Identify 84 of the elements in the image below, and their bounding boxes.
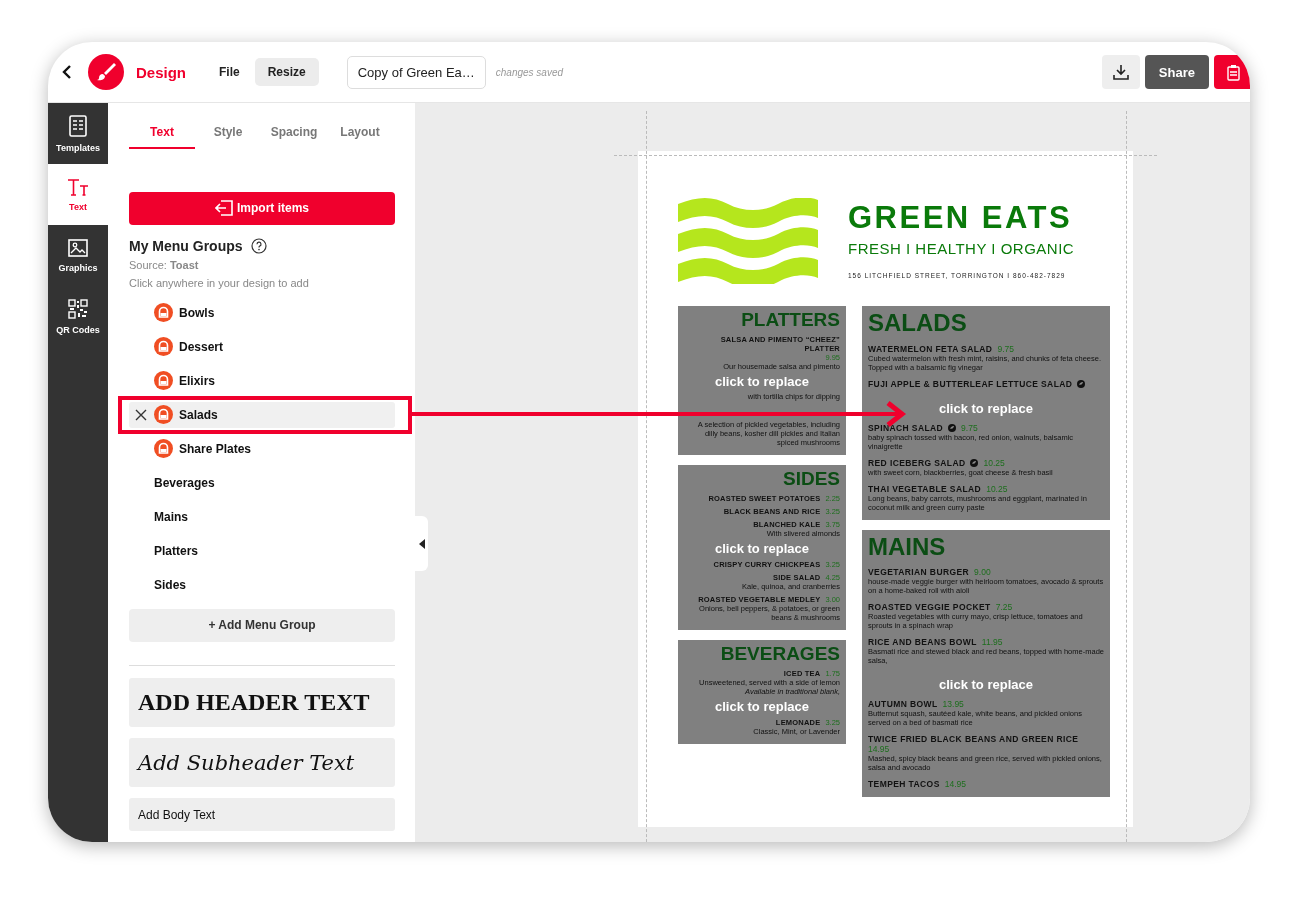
- toast-icon: [154, 303, 173, 323]
- save-status: changes saved: [495, 66, 564, 78]
- toast-icon: [154, 337, 173, 357]
- panel-tab[interactable]: Text: [129, 121, 195, 149]
- item-price: 9.75: [997, 343, 1014, 354]
- section-heading: BEVERAGES: [719, 642, 840, 665]
- close-icon[interactable]: [134, 407, 148, 422]
- menu-group-item[interactable]: Platters: [129, 537, 395, 564]
- replace-label[interactable]: click to replace: [684, 540, 840, 556]
- replace-label[interactable]: click to replace: [868, 400, 1104, 416]
- menu-group-item[interactable]: Beverages: [129, 469, 395, 496]
- item-name: AUTUMN BOWL: [868, 699, 938, 710]
- import-button[interactable]: Import items: [129, 192, 395, 225]
- app-name: Design: [136, 63, 186, 81]
- text-preset[interactable]: ADD HEADER TEXT: [129, 677, 395, 727]
- toast-icon: [154, 439, 173, 459]
- brush-logo: [88, 54, 124, 90]
- item-name: VEGETARIAN BURGER: [868, 567, 970, 578]
- share-button[interactable]: Share: [1144, 55, 1209, 89]
- item-price: 14.95: [868, 744, 890, 755]
- menu-group-item[interactable]: Bowls: [129, 299, 395, 326]
- menu-group-item[interactable]: Elixirs: [129, 367, 395, 394]
- menu-button[interactable]: File: [206, 58, 253, 86]
- sidebar-tab[interactable]: Text: [48, 164, 108, 225]
- menu-section[interactable]: [862, 306, 1110, 520]
- replace-label[interactable]: click to replace: [684, 373, 840, 389]
- help-icon[interactable]: [250, 237, 267, 254]
- document-title-field[interactable]: Copy of Green Ea…: [346, 55, 486, 89]
- restaurant-name: GREEN EATS: [848, 200, 1074, 236]
- panel-tab[interactable]: Style: [195, 121, 261, 149]
- menu-button[interactable]: Resize: [254, 58, 319, 86]
- section-heading: SIDES: [781, 467, 840, 490]
- collapse-handle[interactable]: [415, 516, 428, 571]
- add-menu-group-button[interactable]: + Add Menu Group: [129, 608, 395, 642]
- item-price: 7.25: [995, 602, 1013, 613]
- item-price: 10.25: [983, 457, 1005, 468]
- replace-label[interactable]: click to replace: [684, 698, 840, 714]
- text-preset[interactable]: Add Body Text: [129, 798, 395, 831]
- toast-icon: [154, 405, 173, 425]
- menu-section[interactable]: [678, 464, 846, 630]
- item-price: 10.25: [986, 483, 1008, 494]
- section-title: My Menu Groups: [129, 237, 243, 254]
- item-name: ROASTED VEGGIE POCKET: [868, 602, 991, 613]
- replace-label[interactable]: click to replace: [868, 677, 1104, 693]
- menu-group-item[interactable]: Salads: [129, 401, 395, 428]
- import-icon: [215, 200, 233, 217]
- panel-tab[interactable]: Layout: [327, 121, 393, 149]
- hint-text: Click anywhere in your design to add: [129, 276, 310, 289]
- menu-group-item[interactable]: Dessert: [129, 333, 395, 360]
- toast-icon: [154, 371, 173, 391]
- menu-section[interactable]: [678, 306, 846, 455]
- item-name: RED ICEBERG SALAD: [868, 457, 966, 468]
- text-preset[interactable]: Add Subheader Text: [129, 737, 395, 788]
- item-price: 14.95: [944, 779, 966, 790]
- text-icon: [67, 177, 89, 196]
- section-heading: SALADS: [868, 309, 968, 337]
- item-price: 9.00: [974, 567, 991, 578]
- item-name: RICE AND BEANS BOWL: [868, 637, 977, 648]
- menu-group-item[interactable]: Mains: [129, 503, 395, 530]
- menu-section[interactable]: [862, 529, 1110, 798]
- download-icon: [1112, 64, 1129, 80]
- item-name: TEMPEH TACOS: [868, 779, 940, 790]
- menu-group-item[interactable]: Share Plates: [129, 435, 395, 462]
- section-heading: MAINS: [868, 532, 947, 561]
- template-icon: [69, 114, 87, 137]
- item-name: THAI VEGETABLE SALAD: [868, 483, 982, 494]
- section-heading: PLATTERS: [740, 309, 840, 331]
- qr-code-icon: [68, 298, 88, 319]
- document-icon: [1227, 63, 1240, 81]
- item-price: 9.75: [961, 422, 978, 433]
- panel-tab[interactable]: Spacing: [261, 121, 327, 149]
- item-price: 11.95: [981, 637, 1003, 648]
- item-price: 13.95: [942, 699, 964, 710]
- download-button[interactable]: [1101, 55, 1140, 89]
- item-name: SPINACH SALAD: [868, 422, 944, 433]
- item-name: WATERMELON FETA SALAD: [868, 343, 993, 354]
- item-name: TWICE FRIED BLACK BEANS AND GREEN RICE: [868, 734, 1079, 745]
- back-icon[interactable]: [60, 65, 74, 79]
- image-icon: [68, 238, 88, 257]
- print-button[interactable]: [1214, 55, 1250, 89]
- tagline: FRESH I HEALTHY I ORGANIC: [848, 240, 1075, 257]
- menu-group-item[interactable]: Sides: [129, 571, 395, 598]
- source-label: Source: Toast: [129, 258, 200, 271]
- item-name: FUJI APPLE & BUTTERLEAF LETTUCE SALAD: [868, 378, 1073, 389]
